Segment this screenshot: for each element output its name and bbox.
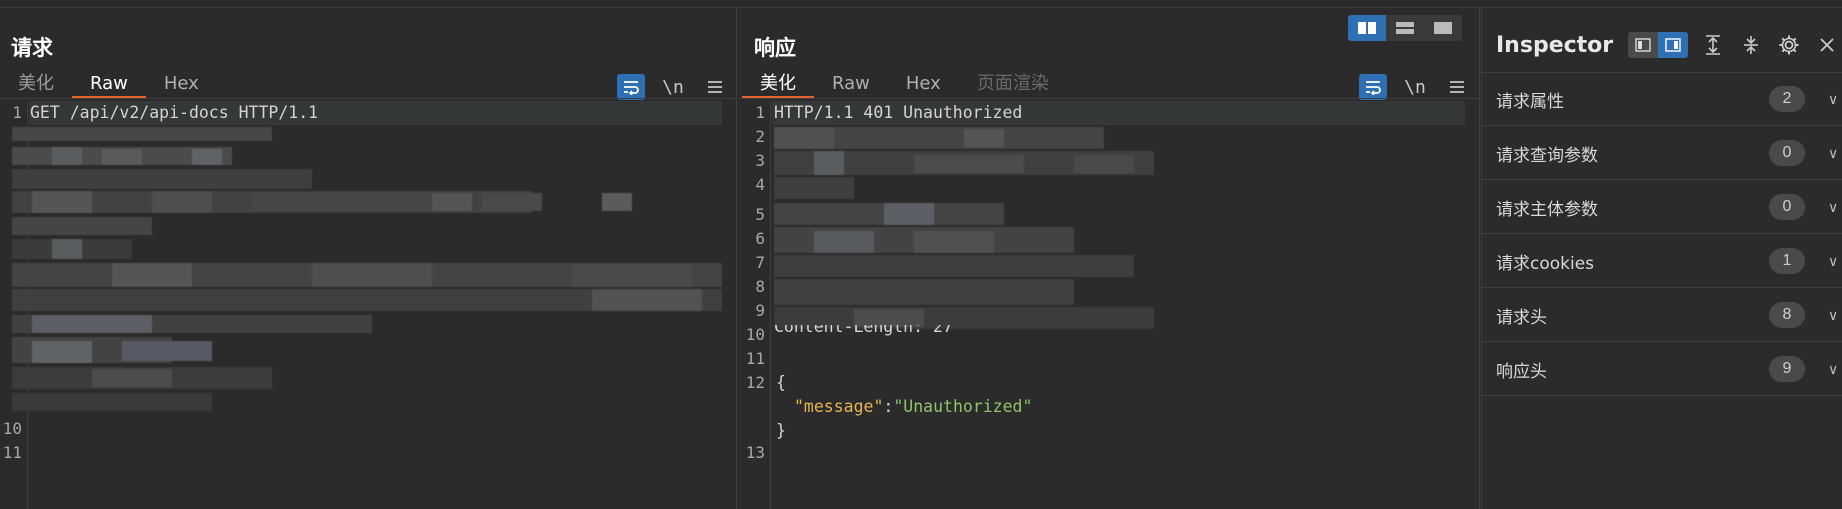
chevron-down-icon[interactable]: ∨: [1828, 361, 1838, 378]
wrap-lines-icon[interactable]: [1359, 74, 1387, 100]
request-title: 请求: [11, 36, 53, 60]
line-number: 11: [2, 443, 22, 462]
json-colon: :: [883, 397, 894, 416]
response-tab-raw[interactable]: Raw: [814, 70, 888, 98]
inspector-row-count: 9: [1769, 356, 1805, 382]
inspector-row-request-headers[interactable]: 请求头 8 ∨: [1482, 289, 1842, 342]
inspector-row-label: 请求属性: [1496, 91, 1564, 112]
request-pane: 请求 美化 Raw Hex \n 1 GET /api/v2/api-docs …: [0, 8, 737, 509]
inspector-row-label: 请求查询参数: [1496, 145, 1598, 166]
partial-content-length-line: Content-Length: 27: [774, 325, 953, 336]
line-number: 1: [755, 103, 765, 122]
json-property: "message":"Unauthorized": [794, 397, 1032, 416]
redacted-request-headers: [12, 127, 722, 411]
request-tab-pretty[interactable]: 美化: [0, 70, 72, 98]
wrap-lines-icon[interactable]: [617, 74, 645, 100]
request-tab-divider: [0, 98, 736, 99]
line-number: 1: [12, 103, 22, 122]
inspector-row-count: 8: [1769, 302, 1805, 328]
status-line: HTTP/1.1 401 Unauthorized: [774, 103, 1023, 122]
response-tab-pretty[interactable]: 美化: [742, 70, 814, 98]
request-tabs: 美化 Raw Hex: [0, 70, 217, 98]
request-line: GET /api/v2/api-docs HTTP/1.1: [30, 103, 319, 122]
line-number: 6: [755, 229, 765, 248]
newline-toggle-button[interactable]: \n: [1401, 74, 1429, 100]
chevron-down-icon[interactable]: ∨: [1828, 91, 1838, 108]
inspector-row-label: 响应头: [1496, 361, 1547, 382]
line-number: 10: [745, 325, 765, 344]
panel-left-icon[interactable]: [1628, 32, 1658, 58]
response-title: 响应: [754, 36, 796, 60]
panel-right-icon[interactable]: [1658, 32, 1688, 58]
line-number: 8: [755, 277, 765, 296]
layout-side-by-side-icon[interactable]: [1348, 15, 1386, 41]
gear-icon[interactable]: [1776, 32, 1802, 58]
inspector-toolbar: [1628, 32, 1840, 58]
inspector-row-count: 0: [1769, 194, 1805, 220]
close-icon[interactable]: [1814, 32, 1840, 58]
response-tabs: 美化 Raw Hex 页面渲染: [742, 70, 1067, 98]
line-number: 7: [755, 253, 765, 272]
request-tab-hex[interactable]: Hex: [146, 70, 217, 98]
hamburger-menu-icon[interactable]: [701, 74, 729, 100]
inspector-row-label: 请求头: [1496, 307, 1547, 328]
line-number: 5: [755, 205, 765, 224]
chevron-down-icon[interactable]: ∨: [1828, 145, 1838, 162]
json-key: "message": [794, 397, 884, 416]
line-number: 10: [2, 419, 22, 438]
top-border: [0, 0, 1842, 8]
newline-toggle-button[interactable]: \n: [659, 74, 687, 100]
chevron-down-icon[interactable]: ∨: [1828, 307, 1838, 324]
inspector-row-query-params[interactable]: 请求查询参数 0 ∨: [1482, 127, 1842, 180]
response-tab-divider: [738, 98, 1479, 99]
line-number: 2: [755, 127, 765, 146]
chevron-down-icon[interactable]: ∨: [1828, 199, 1838, 216]
line-number: 4: [755, 175, 765, 194]
request-editor[interactable]: 1 GET /api/v2/api-docs HTTP/1.1 10 11: [0, 101, 736, 509]
request-tab-raw[interactable]: Raw: [72, 70, 146, 98]
redacted-response-headers: [774, 127, 1154, 329]
layout-tabbed-icon[interactable]: [1424, 15, 1462, 41]
inspector-row-response-headers[interactable]: 响应头 9 ∨: [1482, 343, 1842, 396]
line-number: 12: [745, 373, 765, 392]
response-editor[interactable]: 1 2 3 4 5 6 7 8 9 10 11 12 13 HTTP/1.1 4…: [738, 101, 1479, 509]
line-number: 9: [755, 301, 765, 320]
inspector-row-label: 请求cookies: [1496, 253, 1595, 274]
chevron-down-icon[interactable]: ∨: [1828, 253, 1838, 270]
collapse-all-icon[interactable]: [1738, 32, 1764, 58]
inspector-row-body-params[interactable]: 请求主体参数 0 ∨: [1482, 181, 1842, 234]
inspector-panel: Inspector 请求属性 2 ∨ 请求查询参数 0 ∨ 请求主体参数 0 ∨…: [1481, 8, 1842, 509]
inspector-layout-toggle: [1628, 32, 1688, 58]
inspector-row-label: 请求主体参数: [1496, 199, 1598, 220]
json-open-brace: {: [776, 373, 786, 392]
inspector-row-count: 0: [1769, 140, 1805, 166]
line-number: 11: [745, 349, 765, 368]
json-close-brace: }: [776, 421, 786, 440]
inspector-title: Inspector: [1496, 33, 1614, 58]
layout-switcher: [1348, 15, 1462, 41]
inspector-row-cookies[interactable]: 请求cookies 1 ∨: [1482, 235, 1842, 288]
request-toolbar: \n: [617, 74, 729, 100]
inspector-row-count: 1: [1769, 248, 1805, 274]
response-tab-hex[interactable]: Hex: [888, 70, 959, 98]
json-value: "Unauthorized": [893, 397, 1033, 416]
response-tab-render[interactable]: 页面渲染: [959, 70, 1067, 98]
hamburger-menu-icon[interactable]: [1443, 74, 1471, 100]
inspector-row-request-attributes[interactable]: 请求属性 2 ∨: [1482, 73, 1842, 126]
line-number: 13: [745, 443, 765, 462]
layout-stacked-icon[interactable]: [1386, 15, 1424, 41]
response-pane: 响应 美化 Raw Hex 页面渲染 \n 1 2 3 4 5 6 7 8 9 …: [738, 8, 1480, 509]
expand-all-icon[interactable]: [1700, 32, 1726, 58]
inspector-row-count: 2: [1769, 86, 1805, 112]
line-number: 3: [755, 151, 765, 170]
response-toolbar: \n: [1359, 74, 1471, 100]
